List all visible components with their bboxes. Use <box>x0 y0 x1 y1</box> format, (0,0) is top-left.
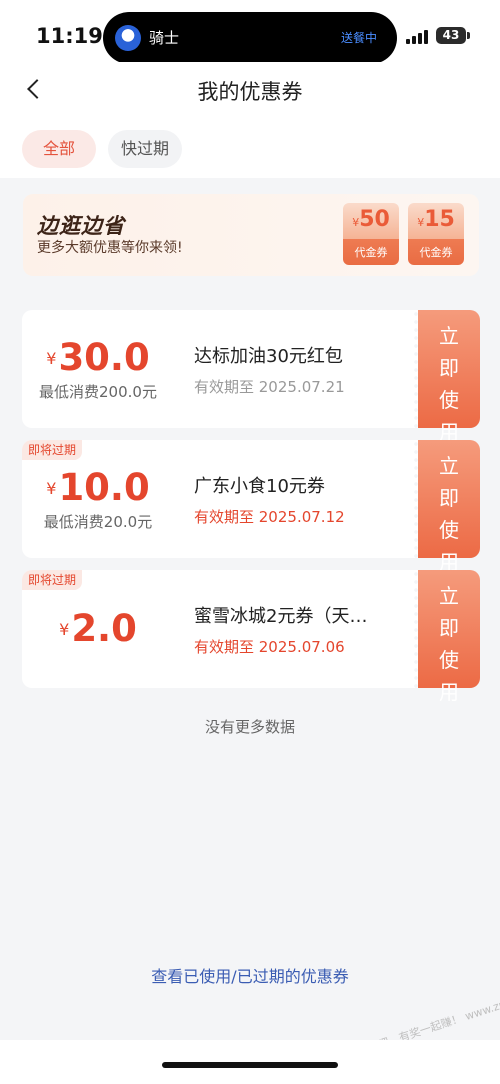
promo-banner[interactable]: 边逛边省 更多大额优惠等你来领! ¥50 代金券 ¥15 代金券 <box>23 194 479 276</box>
currency-symbol: ¥ <box>46 479 57 498</box>
status-time: 11:19 <box>36 24 103 48</box>
coupon-validity: 有效期至 2025.07.06 <box>194 638 345 656</box>
tab-expiring[interactable]: 快过期 <box>108 130 182 168</box>
coupon-name: 广东小食10元券 <box>194 476 325 497</box>
coupon-name: 蜜雪冰城2元券（天… <box>194 606 368 627</box>
promo-subtitle: 更多大额优惠等你来领! <box>37 240 183 256</box>
coupon-validity: 有效期至 2025.07.12 <box>194 508 345 526</box>
coupon-card: 即将过期 ¥10.0 最低消费20.0元 广东小食10元券 有效期至 2025.… <box>22 440 480 574</box>
use-now-button[interactable]: 立即使用 <box>418 310 480 444</box>
amount-value: 10.0 <box>58 466 150 509</box>
island-status: 送餐中 <box>340 31 377 45</box>
view-used-expired-link[interactable]: 查看已使用/已过期的优惠券 <box>0 963 500 987</box>
promo-title: 边逛边省 <box>37 214 125 238</box>
coupon-card: 即将过期 ¥2.0 蜜雪冰城2元券（天… 有效期至 2025.07.06 立即使… <box>22 570 480 704</box>
use-now-label: 立即使用 <box>439 324 459 444</box>
tab-all[interactable]: 全部 <box>22 130 96 168</box>
filter-bar: 全部 快过期 <box>0 120 500 178</box>
promo-voucher[interactable]: ¥15 代金券 <box>408 203 464 265</box>
amount-value: 30.0 <box>58 336 150 379</box>
expiring-badge: 即将过期 <box>22 440 83 460</box>
amount-value: 2.0 <box>71 607 137 650</box>
voucher-value: 15 <box>424 207 455 232</box>
expiring-badge: 即将过期 <box>22 570 83 590</box>
voucher-label: 代金券 <box>419 246 453 259</box>
currency-symbol: ¥ <box>59 620 70 639</box>
coupon-validity: 有效期至 2025.07.21 <box>194 378 345 396</box>
min-spend: 最低消费200.0元 <box>39 383 157 401</box>
coupon-name: 达标加油30元红包 <box>194 346 343 367</box>
promo-voucher[interactable]: ¥50 代金券 <box>343 203 399 265</box>
coupon-card: ¥30.0 最低消费200.0元 达标加油30元红包 有效期至 2025.07.… <box>22 310 480 444</box>
voucher-label: 代金券 <box>354 246 388 259</box>
coupon-amount: ¥30.0 <box>22 336 174 379</box>
dynamic-island[interactable]: 骑士 送餐中 <box>103 12 397 64</box>
coupon-amount: ¥2.0 <box>22 607 174 650</box>
min-spend: 最低消费20.0元 <box>43 513 153 531</box>
coupon-body: 即将过期 ¥10.0 最低消费20.0元 广东小食10元券 有效期至 2025.… <box>22 440 414 558</box>
coupon-body: ¥30.0 最低消费200.0元 达标加油30元红包 有效期至 2025.07.… <box>22 310 414 428</box>
page-title: 我的优惠券 <box>197 80 303 104</box>
currency-symbol: ¥ <box>46 349 57 368</box>
rider-avatar-icon <box>115 25 141 51</box>
no-more-data-text: 没有更多数据 <box>204 718 295 736</box>
use-now-button[interactable]: 立即使用 <box>418 570 480 704</box>
status-bar: 11:19 骑士 送餐中 43 <box>0 0 500 64</box>
home-indicator[interactable] <box>162 1062 338 1068</box>
coupon-amount: ¥10.0 <box>22 466 174 509</box>
coupon-body: 即将过期 ¥2.0 蜜雪冰城2元券（天… 有效期至 2025.07.06 <box>22 570 414 688</box>
use-now-label: 立即使用 <box>439 454 459 574</box>
nav-bar: 我的优惠券 <box>0 62 500 120</box>
use-now-label: 立即使用 <box>439 584 459 704</box>
use-now-button[interactable]: 立即使用 <box>418 440 480 574</box>
battery-icon: 43 <box>436 27 470 44</box>
island-title: 骑士 <box>149 29 180 47</box>
voucher-value: 50 <box>359 207 390 232</box>
signal-icon <box>406 30 430 44</box>
